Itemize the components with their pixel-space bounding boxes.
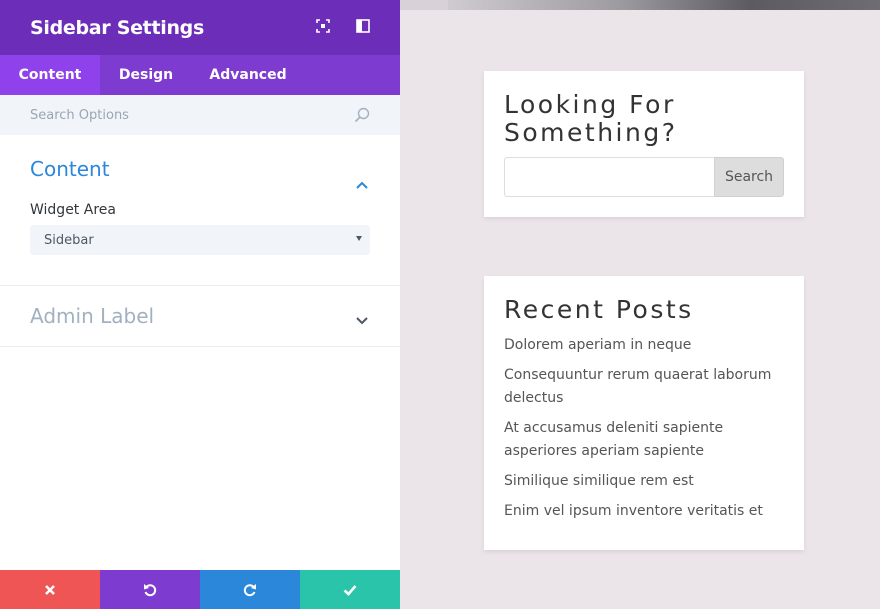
content-section: Content Widget Area Sidebar [0, 135, 400, 286]
panel-footer [0, 570, 400, 609]
widget-area-value: Sidebar [44, 233, 94, 248]
redo-icon [243, 583, 256, 596]
admin-label-section: Admin Label [0, 286, 400, 347]
widget-search-input[interactable] [504, 157, 715, 197]
post-link[interactable]: Consequuntur rerum quaerat laborum delec… [504, 364, 794, 410]
widget-area-label: Widget Area [30, 202, 116, 218]
post-link[interactable]: Dolorem aperiam in neque [504, 334, 794, 357]
post-link[interactable]: At accusamus deleniti sapiente asperiore… [504, 417, 794, 463]
post-link[interactable]: Similique similique rem est [504, 470, 794, 493]
tab-advanced[interactable]: Advanced [192, 55, 304, 95]
expand-icon[interactable] [316, 19, 330, 33]
options-search-bar [0, 95, 400, 135]
recent-posts-widget: Recent Posts Dolorem aperiam in neque Co… [484, 276, 804, 550]
chevron-down-icon[interactable] [355, 312, 369, 325]
search-widget: Looking For Something? Search [484, 71, 804, 217]
admin-label-title[interactable]: Admin Label [30, 304, 154, 328]
tab-design[interactable]: Design [100, 55, 192, 95]
header-image-strip [448, 0, 880, 10]
save-button[interactable] [300, 570, 400, 609]
undo-button[interactable] [100, 570, 200, 609]
save-check-icon [343, 584, 357, 596]
discard-button[interactable] [0, 570, 100, 609]
search-options-input[interactable] [0, 95, 345, 135]
redo-button[interactable] [200, 570, 300, 609]
header-image-edge [400, 0, 448, 10]
panel-header: Sidebar Settings [0, 0, 400, 55]
discard-icon [45, 584, 55, 595]
settings-panel: Sidebar Settings Content Design Advanced [0, 0, 400, 609]
split-view-icon[interactable] [356, 19, 370, 33]
settings-tabs: Content Design Advanced [0, 55, 400, 95]
widget-area-select[interactable]: Sidebar [30, 225, 370, 255]
undo-icon [144, 583, 157, 596]
post-link[interactable]: Enim vel ipsum inventore veritatis et [504, 500, 794, 523]
search-icon [354, 107, 370, 123]
content-section-title[interactable]: Content [30, 157, 110, 181]
chevron-up-icon[interactable] [355, 177, 369, 189]
recent-posts-title: Recent Posts [504, 295, 694, 324]
recent-posts-list: Dolorem aperiam in neque Consequuntur re… [504, 334, 794, 530]
tab-content[interactable]: Content [0, 55, 100, 95]
dropdown-arrow-icon [356, 236, 362, 241]
widget-search-button[interactable]: Search [714, 157, 784, 197]
search-widget-title: Looking For Something? [504, 90, 678, 147]
panel-title: Sidebar Settings [30, 17, 204, 39]
